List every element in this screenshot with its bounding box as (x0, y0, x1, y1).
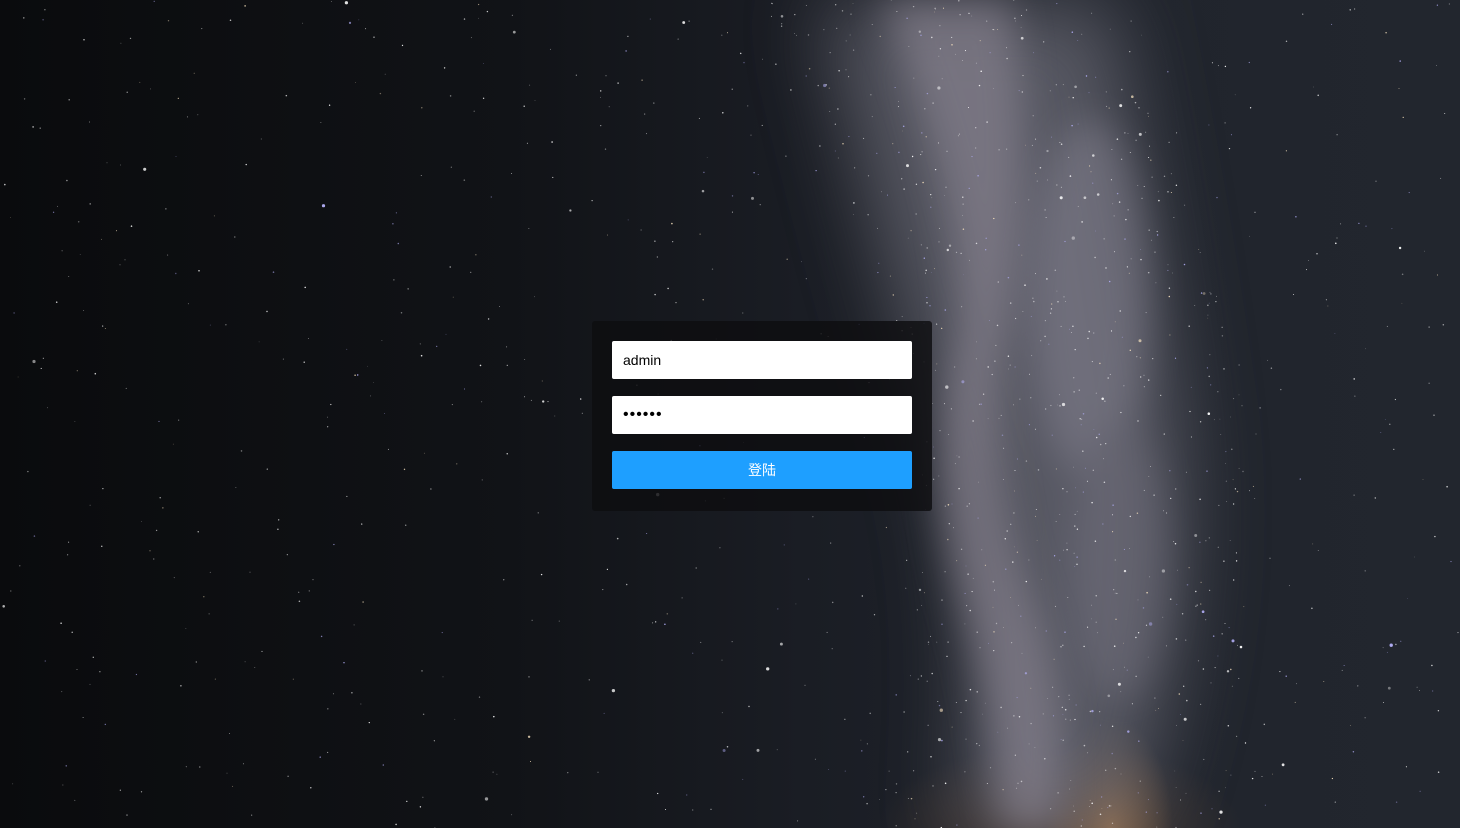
login-button[interactable]: 登陆 (612, 451, 912, 489)
username-input[interactable] (612, 341, 912, 379)
login-panel: 登陆 (592, 321, 932, 511)
password-input[interactable] (612, 396, 912, 434)
